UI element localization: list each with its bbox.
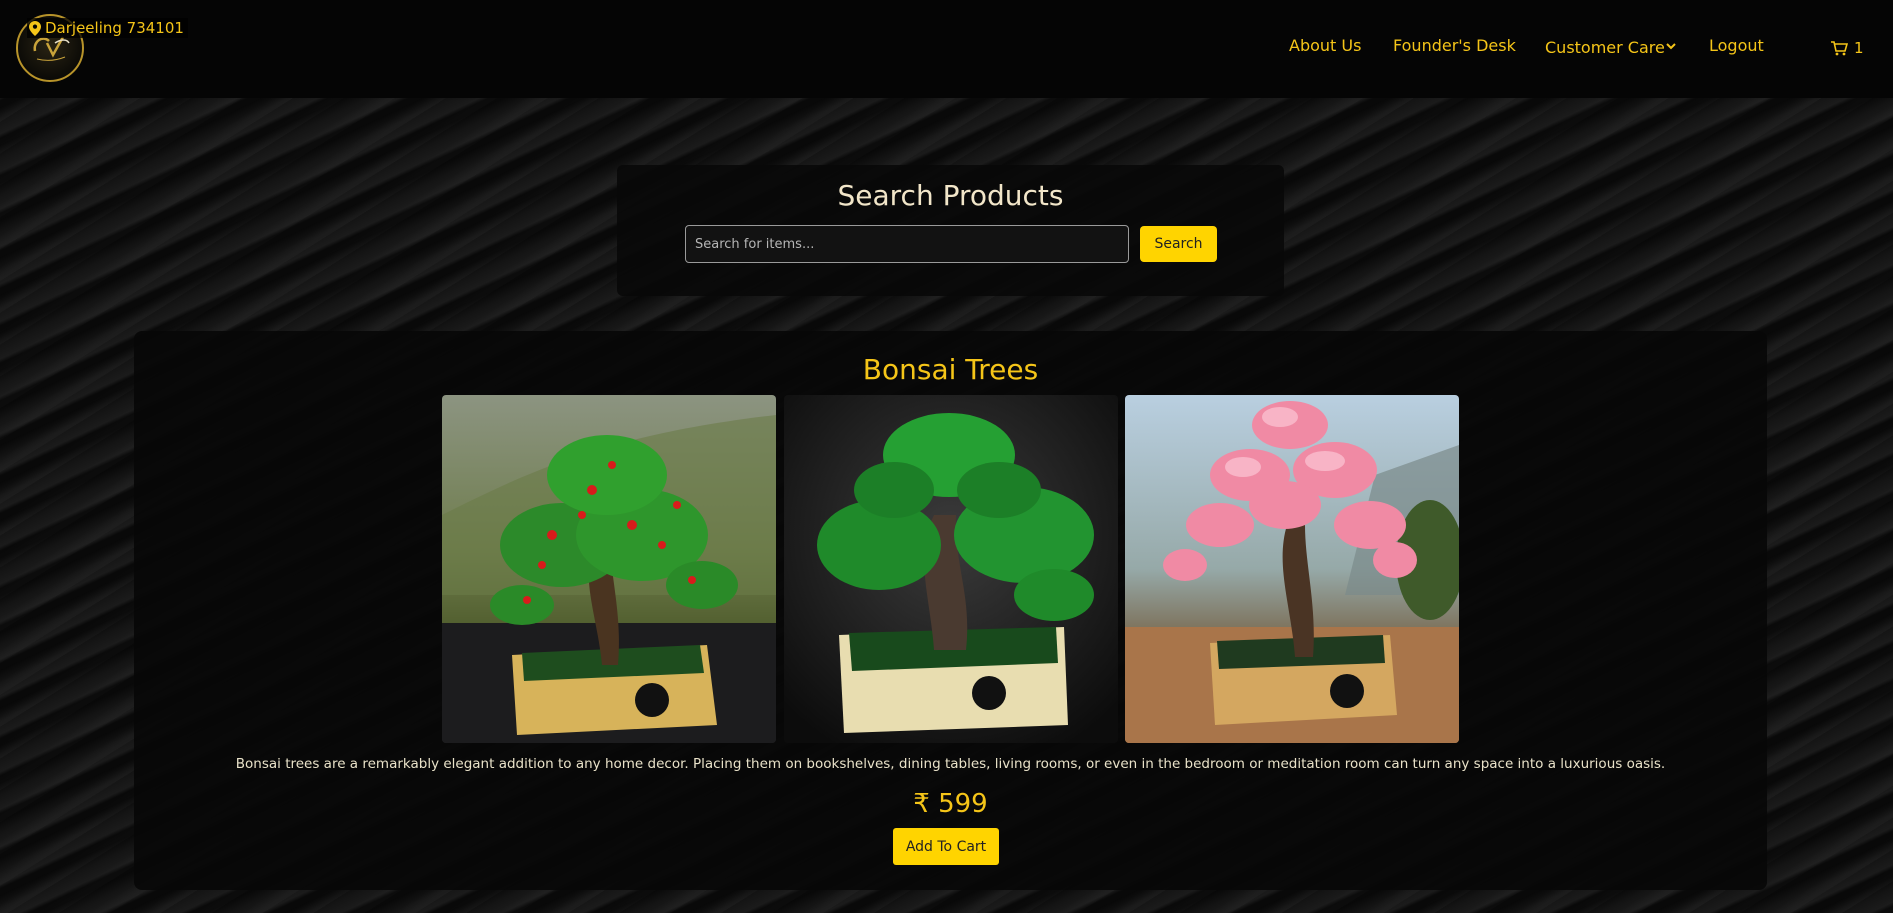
product-title: Bonsai Trees <box>862 353 1039 386</box>
search-title: Search Products <box>837 179 1064 212</box>
location-text: Darjeeling 734101 <box>45 19 184 37</box>
location-badge[interactable]: Darjeeling 734101 <box>27 18 188 38</box>
product-image-bonsai-pink[interactable] <box>1125 395 1459 743</box>
nav-links: About Us Founder's Desk Customer Care Lo… <box>0 36 1893 60</box>
cart-button[interactable]: 1 <box>1831 39 1864 57</box>
search-button[interactable]: Search <box>1140 226 1217 262</box>
chevron-down-icon[interactable] <box>1665 40 1677 52</box>
product-description: Bonsai trees are a remarkably elegant ad… <box>235 756 1666 772</box>
cart-icon <box>1831 40 1848 55</box>
product-card: Bonsai Trees Bonsai trees are a remarkab… <box>134 331 1767 890</box>
nav-customer-care[interactable]: Customer Care <box>1545 38 1665 57</box>
product-image-bonsai-green[interactable] <box>784 395 1118 743</box>
nav-logout[interactable]: Logout <box>1709 36 1764 55</box>
product-price: ₹ 599 <box>913 789 988 819</box>
search-input[interactable] <box>685 225 1129 263</box>
nav-founders-desk[interactable]: Founder's Desk <box>1393 36 1516 55</box>
add-to-cart-button[interactable]: Add To Cart <box>893 828 999 865</box>
navbar: Darjeeling 734101 About Us Founder's Des… <box>0 0 1893 98</box>
search-panel: Search Products Search <box>617 165 1284 296</box>
cart-count: 1 <box>1854 39 1864 57</box>
map-pin-icon <box>29 20 41 36</box>
bonsai-green-image <box>784 395 1118 743</box>
bonsai-red-image <box>442 395 776 743</box>
bonsai-pink-image <box>1125 395 1459 743</box>
nav-about-us[interactable]: About Us <box>1289 36 1361 55</box>
product-image-bonsai-red[interactable] <box>442 395 776 743</box>
